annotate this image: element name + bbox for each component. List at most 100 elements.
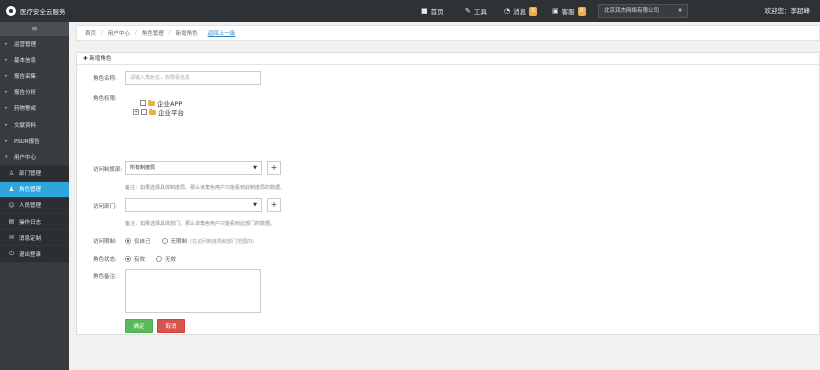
crumb-user-center[interactable]: 用户中心 — [108, 29, 130, 37]
sidebar-item-role[interactable]: ♟ 角色管理 — [0, 181, 69, 198]
remark-textarea[interactable] — [125, 269, 261, 313]
sidebar-item-label: 运营管理 — [14, 41, 37, 48]
crumb-separator: / — [168, 30, 171, 36]
sidebar-item-label: 角色管理 — [19, 187, 42, 194]
limit-options: 仅自己 无限制 (在访问制度局和部门范围内) — [125, 237, 254, 245]
sidebar-item-report-analysis[interactable]: ▸ 报告分析 — [0, 85, 69, 101]
access-note: 备注：如果选择具体制度局，那么该角色用户只能看到此制度局的数据。 — [125, 185, 286, 191]
sidebar-item-label: PSUR报告 — [14, 138, 40, 145]
radio-invalid[interactable] — [156, 256, 163, 262]
sidebar-item-log[interactable]: ▤ 操作日志 — [0, 214, 69, 231]
role-name-placeholder: 请输入角色名，权限看信息 — [130, 75, 191, 81]
chevron-right-icon: ▸ — [5, 40, 8, 47]
plus-icon: ✚ — [83, 56, 88, 62]
nav-tools[interactable]: ✎ 工具 — [465, 0, 487, 22]
chevron-down-icon: ▼ — [678, 8, 682, 14]
cancel-button[interactable]: 取消 — [157, 319, 185, 333]
chevron-right-icon: ▸ — [5, 89, 8, 96]
radio-valid-label: 有效 — [134, 257, 146, 263]
panel-title: 新增角色 — [89, 56, 112, 62]
dept-label: 访问部门: — [93, 204, 117, 210]
sidebar-item-message[interactable]: ✉ 消息定制 — [0, 230, 69, 247]
status-label: 角色状态: — [93, 257, 117, 263]
crumb-role[interactable]: 角色管理 — [142, 29, 164, 37]
dept-select[interactable]: ▼ — [125, 198, 262, 212]
chevron-right-icon: ▸ — [5, 121, 8, 128]
home-icon: ■ — [421, 7, 428, 15]
limit-hint: (在访问制度局和部门范围内) — [190, 238, 254, 245]
role-name-input[interactable]: 请输入角色名，权限看信息 — [125, 71, 261, 85]
expand-icon[interactable]: + — [133, 109, 139, 115]
log-icon: ▤ — [8, 218, 15, 226]
chevron-down-icon: ▼ — [253, 165, 257, 171]
org-icon: ♙ — [8, 169, 15, 177]
sidebar-item-department[interactable]: ♙ 部门管理 — [0, 165, 69, 182]
menu-icon[interactable]: ≡ — [0, 22, 69, 36]
crumb-home[interactable]: 首页 — [85, 29, 96, 37]
access-dept-label: 访问制度部: — [93, 167, 123, 173]
sidebar-item-label: 用户中心 — [14, 154, 37, 161]
chevron-down-icon: ▾ — [5, 153, 8, 160]
sidebar-item-pharmacovigilance[interactable]: ▸ 药物警戒 — [0, 101, 69, 117]
checkbox[interactable] — [140, 100, 146, 106]
chevron-right-icon: ▸ — [5, 137, 8, 144]
sidebar-item-report-collect[interactable]: ▸ 报告采集 — [0, 68, 69, 85]
add-role-panel: ✚ 新增角色 角色名称: 请输入角色名，权限看信息 角色权限: 企业APP + … — [76, 52, 820, 335]
sidebar-item-label: 部门管理 — [19, 171, 42, 178]
sidebar-item-literature[interactable]: ▸ 文献资料 — [0, 117, 69, 134]
nav-messages[interactable]: ◔ 消息 0 — [504, 0, 538, 22]
access-system-value: 所有制度局 — [130, 165, 156, 171]
sidebar-item-label: 文献资料 — [14, 122, 37, 129]
chevron-right-icon: ▸ — [5, 56, 8, 63]
access-system-select[interactable]: 所有制度局 ▼ — [125, 161, 262, 175]
back-link[interactable]: 返回上一级 — [208, 29, 236, 37]
company-select[interactable]: 北京润杰网络有限公司 ▼ — [598, 4, 688, 18]
sidebar-item-label: 消息定制 — [19, 235, 42, 242]
folder-icon — [149, 108, 156, 115]
sidebar-item-label: 人员管理 — [19, 203, 42, 210]
confirm-button[interactable]: 确定 — [125, 319, 153, 333]
sidebar-item-label: 基本信息 — [14, 57, 37, 64]
sidebar-item-logout[interactable]: ⏻ 退出登录 — [0, 246, 69, 263]
sidebar-item-personnel[interactable]: ☺ 人员管理 — [0, 197, 69, 215]
sidebar-item-basic-info[interactable]: ▸ 基本信息 — [0, 52, 69, 69]
chevron-right-icon: ▸ — [5, 105, 8, 112]
service-icon: ▣ — [552, 7, 559, 15]
nav-service[interactable]: ▣ 客服 0 — [552, 0, 586, 22]
radio-unlimited-label: 无限制 — [170, 239, 188, 245]
checkbox[interactable] — [141, 109, 147, 115]
wrench-icon: ✎ — [465, 7, 471, 15]
breadcrumb: 首页 / 用户中心 / 角色管理 / 新增角色 返回上一级 — [76, 25, 820, 41]
sidebar: ≡ ▸ 运营管理 ▸ 基本信息 ▸ 报告采集 ▸ 报告分析 ▸ 药物警戒 ▸ 文献资料 ▸ P… — [0, 22, 69, 370]
sidebar-item-label: 操作日志 — [19, 219, 42, 226]
brand[interactable]: 医疗安全云服务 — [6, 0, 66, 22]
sidebar-item-user-center[interactable]: ▾ 用户中心 — [0, 149, 69, 166]
welcome-user[interactable]: 欢迎您：李超峰 — [765, 0, 811, 22]
radio-self-label: 仅自己 — [134, 239, 151, 245]
top-bar: 医疗安全云服务 ■ 首页 ✎ 工具 ◔ 消息 0 ▣ 客服 0 北京润杰网络有限… — [0, 0, 820, 22]
nav-messages-label: 消息 — [513, 8, 527, 16]
folder-icon — [148, 99, 155, 106]
tree-node-platform[interactable]: + 企业平台 — [133, 107, 184, 117]
nav-home-label: 首页 — [430, 8, 444, 16]
role-name-label: 角色名称: — [93, 76, 117, 82]
add-access-button[interactable]: + — [267, 161, 281, 175]
tree-node-label: 企业平台 — [158, 109, 184, 117]
role-icon: ♟ — [8, 185, 15, 193]
radio-valid[interactable] — [125, 256, 131, 262]
sidebar-item-label: 退出登录 — [19, 252, 42, 259]
radio-self[interactable] — [125, 238, 131, 244]
sidebar-item-operations[interactable]: ▸ 运营管理 — [0, 36, 69, 53]
radio-unlimited[interactable] — [161, 238, 168, 244]
crumb-current: 新增角色 — [175, 31, 198, 37]
bell-icon: ◔ — [504, 7, 511, 15]
messages-badge: 0 — [529, 6, 538, 16]
sidebar-item-label: 药物警戒 — [14, 106, 37, 113]
add-dept-button[interactable]: + — [267, 198, 281, 212]
power-icon: ⏻ — [9, 250, 14, 258]
main-content: 首页 / 用户中心 / 角色管理 / 新增角色 返回上一级 ✚ 新增角色 角色名… — [76, 25, 820, 370]
crumb-separator: / — [101, 30, 103, 36]
nav-home[interactable]: ■ 首页 — [421, 0, 444, 22]
radio-invalid-label: 无效 — [165, 257, 177, 263]
sidebar-item-psur[interactable]: ▸ PSUR报告 — [0, 133, 69, 150]
